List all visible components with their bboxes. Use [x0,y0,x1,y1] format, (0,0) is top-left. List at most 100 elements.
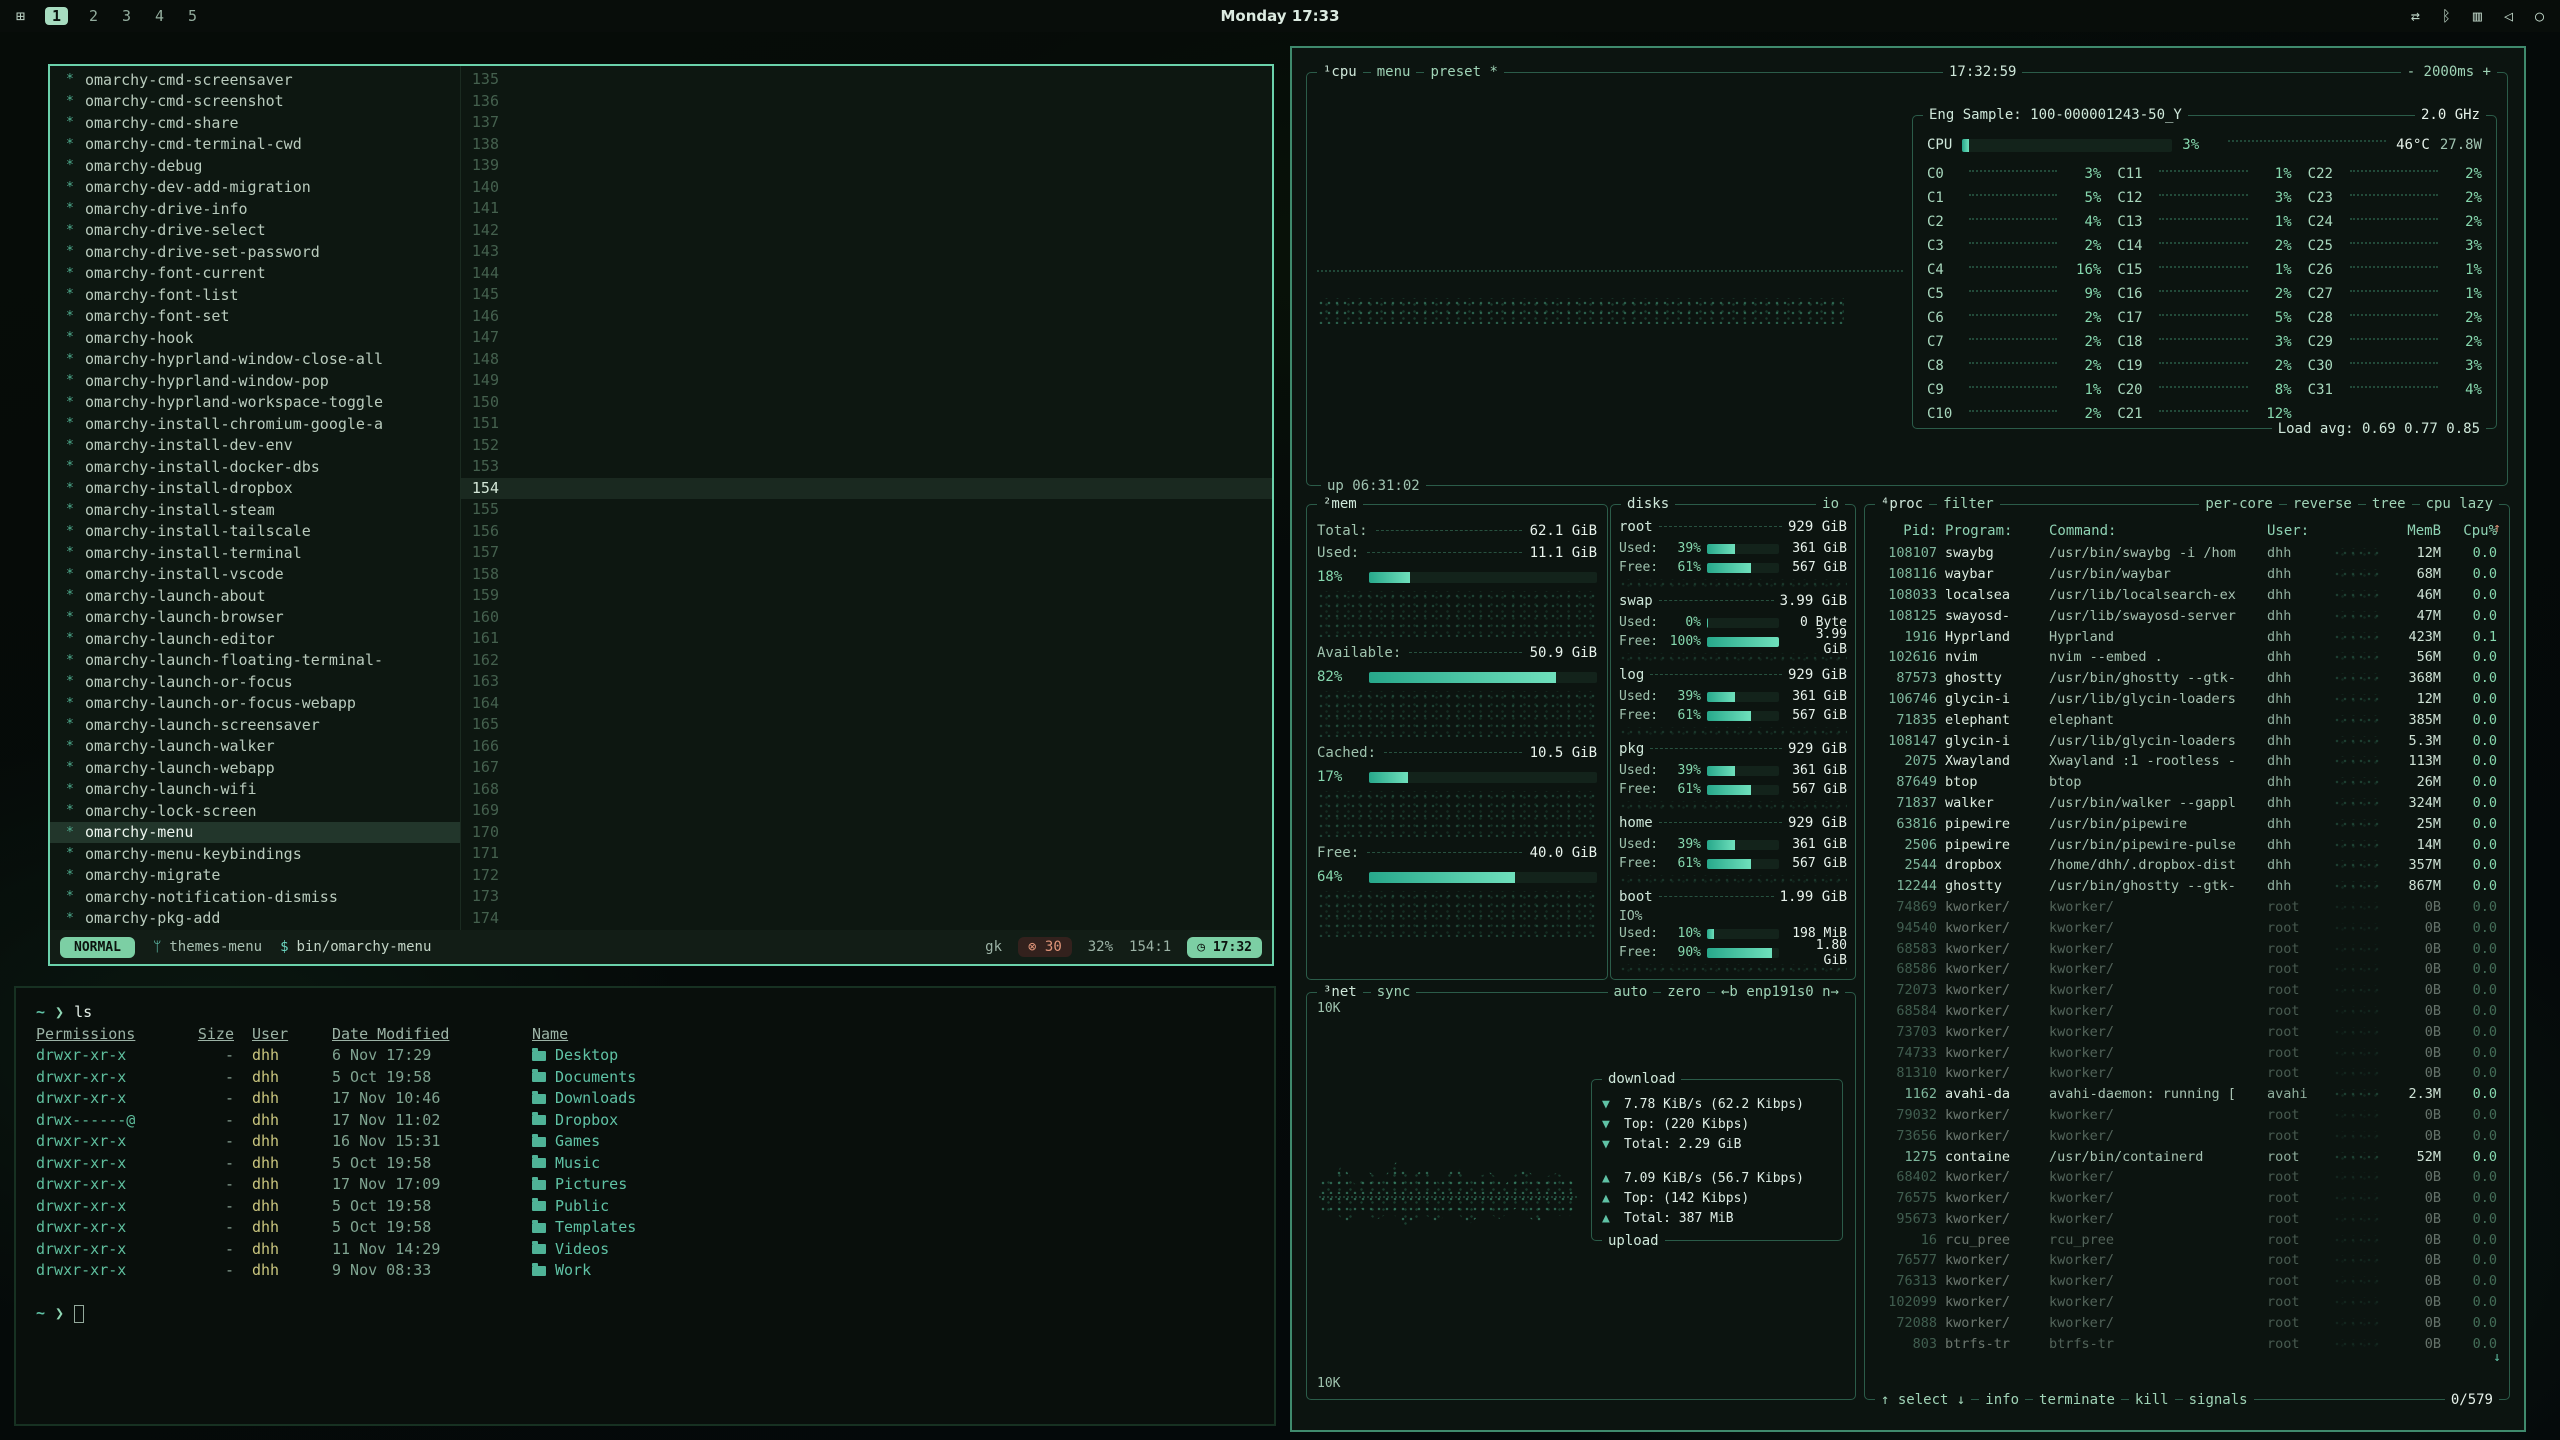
process-row[interactable]: 1916 Hyprland Hyprland dhh 423M 0.1 [1871,626,2503,647]
process-row[interactable]: 68583 kworker/ kworker/ root 0B 0.0 [1871,938,2503,959]
filetree-item[interactable]: * omarchy-install-steam [50,499,460,521]
app-menu-icon[interactable]: ⊞ [16,0,25,32]
filetree-item[interactable]: * omarchy-hook [50,327,460,349]
filetree-item[interactable]: * omarchy-launch-or-focus [50,671,460,693]
filetree-item[interactable]: * omarchy-pkg-add [50,908,460,930]
filetree-item[interactable]: * omarchy-font-current [50,263,460,285]
preset-button[interactable]: preset * [1424,63,1503,81]
filetree-item[interactable]: * omarchy-launch-editor [50,628,460,650]
filetree-item[interactable]: * omarchy-install-docker-dbs [50,456,460,478]
scroll-down-indicator[interactable]: ↓ [2493,1350,2501,1365]
sort-column-button[interactable]: cpu lazy [2420,495,2499,513]
process-row[interactable]: 2544 dropbox /home/dhh/.dropbox-dist dhh… [1871,855,2503,876]
filetree-item[interactable]: * omarchy-install-dropbox [50,478,460,500]
filter-button[interactable]: filter [1937,495,2000,513]
filetree-item[interactable]: * omarchy-drive-info [50,198,460,220]
info-button[interactable]: info [1979,1391,2025,1409]
process-row[interactable]: 108125 swayosd- /usr/lib/swayosd-server … [1871,605,2503,626]
filetree-item[interactable]: * omarchy-dev-add-migration [50,177,460,199]
filetree-item[interactable]: * omarchy-install-chromium-google-a [50,413,460,435]
filetree-item[interactable]: * omarchy-debug [50,155,460,177]
prompt-line[interactable]: ~ ❯ [36,1303,1274,1325]
process-row[interactable]: 74733 kworker/ kworker/ root 0B 0.0 [1871,1042,2503,1063]
process-row[interactable]: 87649 btop btop dhh 26M 0.0 [1871,772,2503,793]
process-row[interactable]: 95673 kworker/ kworker/ root 0B 0.0 [1871,1209,2503,1230]
col-program[interactable]: Program: [1945,523,2041,539]
process-row[interactable]: 79032 kworker/ kworker/ root 0B 0.0 [1871,1105,2503,1126]
filetree-item[interactable]: * omarchy-launch-webapp [50,757,460,779]
process-row[interactable]: 1275 containe /usr/bin/containerd root 5… [1871,1146,2503,1167]
filetree-item[interactable]: * omarchy-launch-floating-terminal- [50,650,460,672]
process-row[interactable]: 106746 glycin-i /usr/lib/glycin-loaders … [1871,689,2503,710]
process-row[interactable]: 16 rcu_pree rcu_pree root 0B 0.0 [1871,1229,2503,1250]
process-row[interactable]: 74869 kworker/ kworker/ root 0B 0.0 [1871,897,2503,918]
filetree-item[interactable]: * omarchy-cmd-share [50,112,460,134]
process-row[interactable]: 76577 kworker/ kworker/ root 0B 0.0 [1871,1250,2503,1271]
process-row[interactable]: 72073 kworker/ kworker/ root 0B 0.0 [1871,980,2503,1001]
filetree-item[interactable]: * omarchy-install-dev-env [50,435,460,457]
filetree-item[interactable]: * omarchy-launch-walker [50,736,460,758]
volume-icon[interactable]: ◁ [2504,0,2513,32]
terminate-button[interactable]: terminate [2033,1391,2121,1409]
filetree-item[interactable]: * omarchy-launch-or-focus-webapp [50,693,460,715]
process-row[interactable]: 108107 swaybg /usr/bin/swaybg -i /hom dh… [1871,543,2503,564]
workspace-button[interactable]: 3 [119,7,134,25]
process-row[interactable]: 108033 localsea /usr/lib/localsearch-ex … [1871,585,2503,606]
filetree-item[interactable]: * omarchy-font-set [50,306,460,328]
menu-button[interactable]: menu [1371,63,1417,81]
process-row[interactable]: 94540 kworker/ kworker/ root 0B 0.0 [1871,917,2503,938]
process-row[interactable]: 68584 kworker/ kworker/ root 0B 0.0 [1871,1001,2503,1022]
filetree-item[interactable]: * omarchy-install-terminal [50,542,460,564]
battery-icon[interactable]: ▥ [2473,0,2482,32]
cpu-box-label[interactable]: ¹cpu [1317,63,1363,81]
power-icon[interactable]: ○ [2535,0,2544,32]
scroll-up-indicator[interactable]: ↑ [2493,521,2501,536]
process-row[interactable]: 108147 glycin-i /usr/lib/glycin-loaders … [1871,730,2503,751]
process-row[interactable]: 68586 kworker/ kworker/ root 0B 0.0 [1871,959,2503,980]
disks-box-label[interactable]: disks [1621,495,1675,513]
filetree-item[interactable]: * omarchy-launch-wifi [50,779,460,801]
process-row[interactable]: 71837 walker /usr/bin/walker --gappl dhh… [1871,793,2503,814]
workspace-button[interactable]: 4 [152,7,167,25]
filetree-item[interactable]: * omarchy-hyprland-window-pop [50,370,460,392]
process-row[interactable]: 63816 pipewire /usr/bin/pipewire dhh 25M… [1871,813,2503,834]
process-row[interactable]: 68402 kworker/ kworker/ root 0B 0.0 [1871,1167,2503,1188]
code-pane[interactable]: 135 case $(menu "Toggle" "◐ Screensaver\… [460,66,1272,930]
filetree-item[interactable]: * omarchy-launch-screensaver [50,714,460,736]
process-row[interactable]: 76313 kworker/ kworker/ root 0B 0.0 [1871,1271,2503,1292]
update-interval-button[interactable]: - 2000ms + [2401,63,2497,81]
col-pid[interactable]: Pid: [1877,523,1937,539]
filetree-item[interactable]: * omarchy-cmd-screenshot [50,91,460,113]
filetree-item[interactable]: * omarchy-font-list [50,284,460,306]
filetree-item[interactable]: * omarchy-install-vscode [50,564,460,586]
process-row[interactable]: 73703 kworker/ kworker/ root 0B 0.0 [1871,1021,2503,1042]
workspace-button[interactable]: 2 [86,7,101,25]
filetree-item[interactable]: * omarchy-hyprland-workspace-toggle [50,392,460,414]
col-command[interactable]: Command: [2049,523,2259,539]
filetree-item[interactable]: * omarchy-cmd-screensaver [50,69,460,91]
filetree-item[interactable]: * omarchy-cmd-terminal-cwd [50,134,460,156]
filetree-item[interactable]: * omarchy-drive-select [50,220,460,242]
filetree-item[interactable]: * omarchy-launch-about [50,585,460,607]
process-row[interactable]: 102099 kworker/ kworker/ root 0B 0.0 [1871,1292,2503,1313]
filetree-item[interactable]: * omarchy-menu [50,822,460,844]
filetree-item[interactable]: * omarchy-menu-keybindings [50,843,460,865]
auto-button[interactable]: auto [1608,983,1654,1001]
process-row[interactable]: 803 btrfs-tr btrfs-tr root 0B 0.0 [1871,1333,2503,1354]
screencast-icon[interactable]: ⇄ [2411,0,2420,32]
process-row[interactable]: 1162 avahi-da avahi-daemon: running [ av… [1871,1084,2503,1105]
filetree-item[interactable]: * omarchy-migrate [50,865,460,887]
terminal-window[interactable]: ~ ❯ ls Permissions Size User Date Modifi… [14,986,1276,1426]
process-row[interactable]: 102616 nvim nvim --embed . dhh 56M 0.0 [1871,647,2503,668]
io-mode-button[interactable]: io [1816,495,1845,513]
filetree-item[interactable]: * omarchy-lock-screen [50,800,460,822]
signals-button[interactable]: signals [2183,1391,2254,1409]
col-user[interactable]: User: [2267,523,2325,539]
reverse-button[interactable]: reverse [2287,495,2358,513]
process-row[interactable]: 87573 ghostty /usr/bin/ghostty --gtk- dh… [1871,668,2503,689]
tree-button[interactable]: tree [2366,495,2412,513]
kill-button[interactable]: kill [2129,1391,2175,1409]
mem-box-label[interactable]: ²mem [1317,495,1363,513]
col-cpu[interactable]: Cpu% [2449,523,2497,539]
proc-box-label[interactable]: ⁴proc [1875,495,1929,513]
